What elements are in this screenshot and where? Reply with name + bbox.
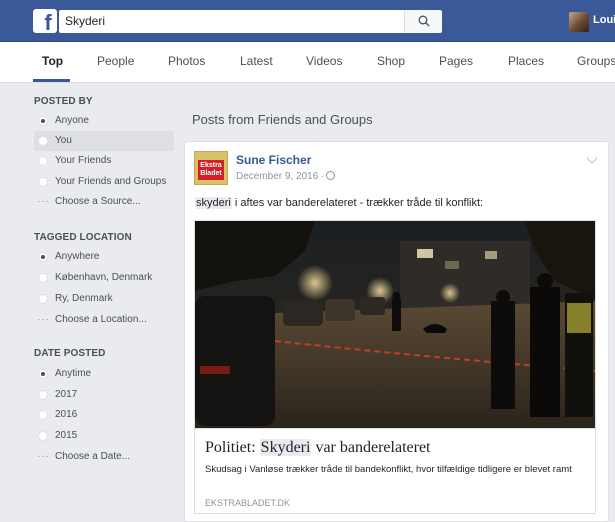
night-street-photo [195, 221, 595, 428]
post-text-body: i aftes var banderelateret - trækker trå… [231, 197, 484, 209]
choose-source-link[interactable]: ··· Choose a Source... [34, 192, 174, 212]
page-avatar[interactable]: Ekstra Bladet [194, 151, 228, 185]
option-label: 2016 [55, 409, 78, 420]
option-label: 2017 [55, 389, 78, 400]
link-preview-image[interactable] [194, 220, 596, 428]
option-label: Ry, Denmark [55, 293, 113, 304]
globe-icon [326, 171, 336, 180]
post-author-link[interactable]: Sune Fischer [236, 153, 311, 167]
filter-option-your-friends[interactable]: Your Friends [34, 151, 174, 171]
filter-option-anytime[interactable]: Anytime [34, 364, 174, 384]
tagged-location-heading: TAGGED LOCATION [34, 232, 132, 243]
search-filter-tabs: Top People Photos Latest Videos Shop Pag… [0, 42, 615, 83]
post-timestamp[interactable]: December 9, 2016 · [236, 171, 336, 182]
radio-selected-icon [38, 369, 48, 379]
option-label: Anyone [55, 115, 89, 126]
radio-icon [38, 294, 48, 304]
results-section-title: Posts from Friends and Groups [192, 112, 373, 127]
link-preview[interactable]: Politiet: Skyderi var banderelateret Sku… [194, 428, 596, 514]
radio-icon [38, 410, 48, 420]
radio-icon [38, 156, 48, 166]
chevron-down-icon[interactable] [586, 152, 598, 164]
facebook-logo-icon[interactable]: f [33, 9, 57, 33]
tab-photos[interactable]: Photos [168, 54, 205, 68]
filter-option-you[interactable]: You [34, 131, 174, 151]
active-tab-indicator [33, 79, 70, 82]
more-dots-icon: ··· [37, 314, 50, 325]
option-label: 2015 [55, 430, 78, 441]
radio-icon [38, 177, 48, 187]
tab-shop[interactable]: Shop [377, 54, 405, 68]
link-title-suffix: var banderelateret [311, 439, 431, 456]
link-domain: EKSTRABLADET.DK [205, 498, 291, 508]
radio-selected-icon [38, 116, 48, 126]
tab-pages[interactable]: Pages [439, 54, 473, 68]
option-label: Your Friends [55, 155, 112, 166]
option-label: Choose a Location... [55, 314, 147, 325]
filter-option-friends-and-groups[interactable]: Your Friends and Groups [34, 172, 174, 192]
post-card: Ekstra Bladet Sune Fischer December 9, 2… [184, 141, 609, 522]
post-date-text: December 9, 2016 · [236, 171, 325, 182]
choose-location-link[interactable]: ··· Choose a Location... [34, 310, 174, 330]
search-term-highlight: Skyderi [259, 439, 312, 456]
radio-icon [38, 431, 48, 441]
filter-option-2017[interactable]: 2017 [34, 385, 174, 405]
radio-icon [38, 390, 48, 400]
search-icon [418, 15, 430, 27]
filter-option-kobenhavn[interactable]: København, Denmark [34, 268, 174, 288]
tab-people[interactable]: People [97, 54, 134, 68]
option-label: You [55, 135, 72, 146]
search-input[interactable]: Skyderi [59, 10, 404, 33]
more-dots-icon: ··· [37, 196, 50, 207]
search-term-highlight: skyderi [195, 197, 232, 209]
radio-icon [38, 273, 48, 283]
option-label: Your Friends and Groups [55, 176, 167, 187]
post-text: skyderi i aftes var banderelateret - træ… [195, 197, 483, 209]
option-label: Anywhere [55, 251, 100, 262]
top-navigation-bar: f Skyderi Loui [0, 0, 615, 42]
option-label: Choose a Date... [55, 451, 131, 462]
link-title: Politiet: Skyderi var banderelateret [205, 439, 430, 457]
option-label: Choose a Source... [55, 196, 141, 207]
filter-option-anywhere[interactable]: Anywhere [34, 247, 174, 267]
profile-name-link[interactable]: Loui [593, 14, 615, 26]
date-posted-heading: DATE POSTED [34, 348, 106, 359]
tab-groups[interactable]: Groups [577, 54, 615, 68]
radio-icon [38, 136, 48, 146]
filter-option-2015[interactable]: 2015 [34, 426, 174, 446]
search-button[interactable] [404, 10, 442, 33]
posted-by-heading: POSTED BY [34, 96, 93, 107]
avatar[interactable] [569, 12, 589, 32]
more-dots-icon: ··· [37, 451, 50, 462]
link-title-prefix: Politiet: [205, 439, 260, 456]
choose-date-link[interactable]: ··· Choose a Date... [34, 447, 174, 467]
tab-top[interactable]: Top [42, 54, 63, 68]
option-label: København, Denmark [55, 272, 153, 283]
radio-selected-icon [38, 252, 48, 262]
tab-places[interactable]: Places [508, 54, 544, 68]
filter-option-ry[interactable]: Ry, Denmark [34, 289, 174, 309]
filter-option-anyone[interactable]: Anyone [34, 111, 174, 131]
page-logo-text: Ekstra Bladet [198, 160, 224, 180]
filter-option-2016[interactable]: 2016 [34, 405, 174, 425]
option-label: Anytime [55, 368, 92, 379]
tab-videos[interactable]: Videos [306, 54, 342, 68]
link-description: Skudsag i Vanløse trækker tråde til band… [205, 464, 572, 475]
tab-latest[interactable]: Latest [240, 54, 273, 68]
